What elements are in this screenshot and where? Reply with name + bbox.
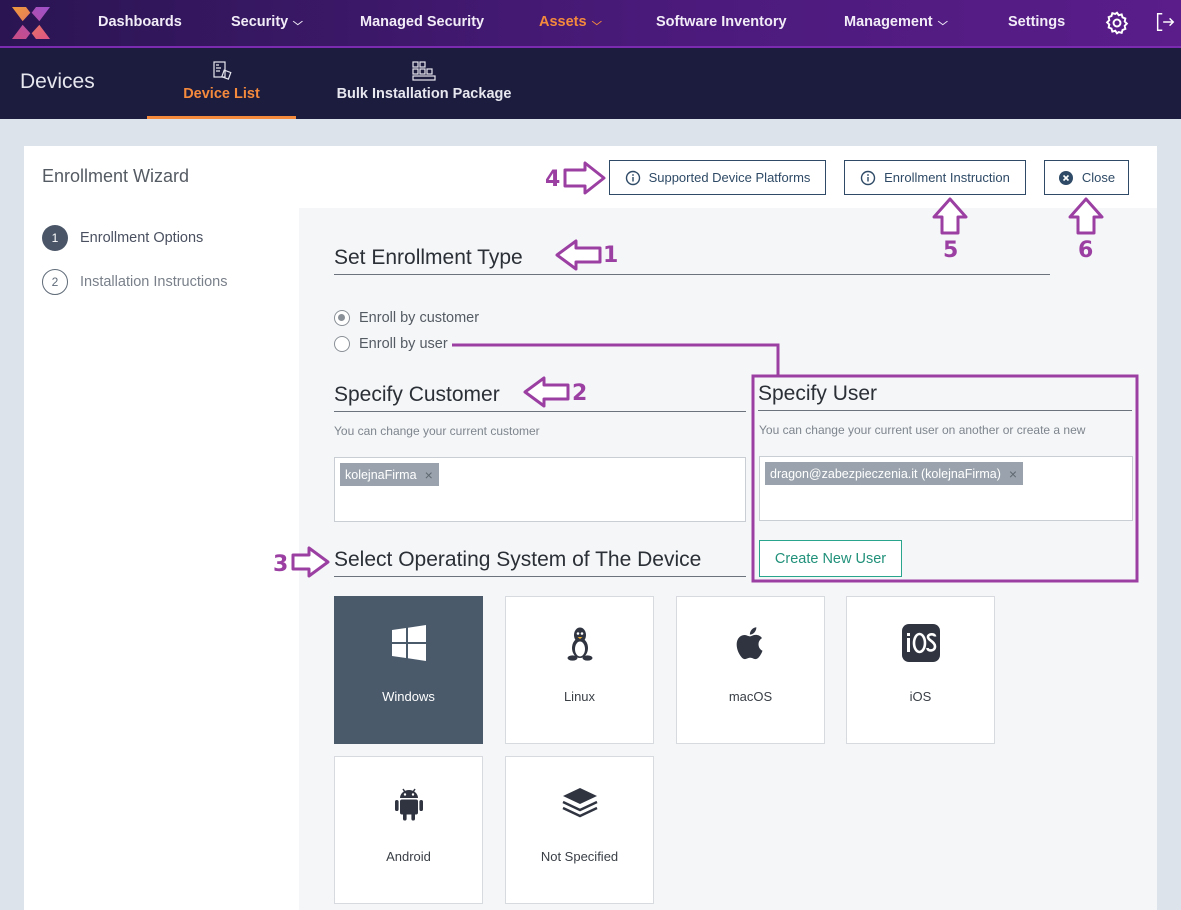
radio-label: Enroll by customer — [359, 310, 480, 326]
radio-enroll-by-user[interactable]: Enroll by user — [334, 336, 448, 352]
app-logo[interactable] — [8, 4, 54, 42]
step-label: Installation Instructions — [80, 274, 228, 290]
tab-device-list[interactable]: Device List — [147, 48, 296, 119]
radio-button-checked[interactable] — [334, 310, 350, 326]
close-icon — [1058, 170, 1073, 185]
wizard-title: Enrollment Wizard — [42, 166, 190, 186]
radio-button[interactable] — [334, 336, 350, 352]
user-tag-label: dragon@zabezpieczenia.it (kolejnaFirma) — [770, 466, 1001, 481]
top-navigation-bar: Dashboards Security ⌵ Managed Security As… — [0, 0, 1181, 48]
select-os-heading: Select Operating System of The Device — [334, 548, 746, 577]
ios-icon — [901, 624, 940, 662]
os-tile-android[interactable]: Android — [334, 756, 483, 904]
chevron-down-icon: ⌵ — [937, 17, 948, 28]
os-tile-linux[interactable]: Linux — [505, 596, 654, 744]
os-tile-not-specified[interactable]: Not Specified — [505, 756, 654, 904]
supported-device-platforms-label: Supported Device Platforms — [648, 170, 811, 185]
info-icon — [860, 170, 876, 185]
remove-tag-icon[interactable]: × — [1009, 466, 1017, 482]
step-label: Enrollment Options — [80, 230, 204, 246]
enrollment-instruction-label: Enrollment Instruction — [884, 170, 1010, 185]
page-title: Devices — [20, 70, 95, 93]
specify-user-heading: Specify User — [758, 382, 1132, 411]
close-button[interactable]: Close — [1044, 160, 1129, 195]
radio-enroll-by-customer[interactable]: Enroll by customer — [334, 310, 479, 326]
specify-customer-heading: Specify Customer — [334, 383, 746, 412]
close-label: Close — [1081, 170, 1116, 185]
os-tile-macos[interactable]: macOS — [676, 596, 825, 744]
device-list-icon — [212, 61, 232, 80]
nav-assets[interactable]: Assets ⌵ — [539, 0, 602, 44]
customer-tag: kolejnaFirma × — [340, 463, 439, 486]
os-tile-ios[interactable]: iOS — [846, 596, 995, 744]
logout-icon[interactable] — [1154, 11, 1176, 33]
remove-tag-icon[interactable]: × — [425, 467, 433, 483]
user-select-input[interactable]: dragon@zabezpieczenia.it (kolejnaFirma) … — [759, 456, 1133, 521]
os-label: Android — [386, 849, 431, 864]
step-installation-instructions[interactable]: 2 Installation Instructions — [42, 269, 228, 295]
tab-bulk-installation-package[interactable]: Bulk Installation Package — [322, 48, 526, 119]
info-icon — [625, 170, 640, 185]
linux-icon — [567, 627, 592, 661]
customer-select-input[interactable]: kolejnaFirma × — [334, 457, 746, 522]
gear-icon[interactable] — [1104, 10, 1130, 36]
radio-label: Enroll by user — [359, 336, 448, 352]
step-number: 2 — [42, 269, 68, 295]
supported-device-platforms-button[interactable]: Supported Device Platforms — [609, 160, 826, 195]
os-label: Windows — [382, 689, 435, 704]
android-icon — [394, 788, 423, 821]
enrollment-instruction-button[interactable]: Enrollment Instruction — [844, 160, 1026, 195]
chevron-down-icon: ⌵ — [591, 17, 602, 28]
user-helper-text: You can change your current user on anot… — [759, 423, 1086, 437]
nav-managed-security[interactable]: Managed Security — [360, 0, 484, 44]
nav-management[interactable]: Management ⌵ — [844, 0, 948, 44]
os-label: Linux — [563, 689, 596, 704]
sub-navigation-bar: Devices Device List Bulk Installation Pa… — [0, 48, 1181, 119]
wizard-header: Enrollment Wizard Supported Device Platf… — [24, 146, 1157, 208]
nav-settings[interactable]: Settings — [1008, 0, 1065, 44]
os-tile-windows[interactable]: Windows — [334, 596, 483, 744]
customer-tag-label: kolejnaFirma — [345, 467, 417, 482]
nav-security[interactable]: Security ⌵ — [231, 0, 303, 44]
enrollment-type-heading: Set Enrollment Type — [334, 246, 1050, 275]
os-label: iOS — [909, 689, 932, 704]
apple-icon — [736, 627, 762, 660]
windows-icon — [391, 625, 426, 661]
user-tag: dragon@zabezpieczenia.it (kolejnaFirma) … — [765, 462, 1024, 485]
create-new-user-button[interactable]: Create New User — [759, 540, 902, 577]
package-icon — [412, 61, 436, 81]
nav-dashboards[interactable]: Dashboards — [98, 0, 182, 44]
os-label: macOS — [728, 689, 773, 704]
step-number: 1 — [42, 225, 68, 251]
os-label: Not Specified — [540, 849, 619, 864]
wizard-steps-panel: 1 Enrollment Options 2 Installation Inst… — [24, 208, 299, 910]
nav-software-inventory[interactable]: Software Inventory — [656, 0, 787, 44]
step-enrollment-options[interactable]: 1 Enrollment Options — [42, 225, 203, 251]
customer-helper-text: You can change your current customer — [334, 424, 540, 438]
layers-icon — [561, 788, 598, 818]
chevron-down-icon: ⌵ — [293, 17, 303, 28]
